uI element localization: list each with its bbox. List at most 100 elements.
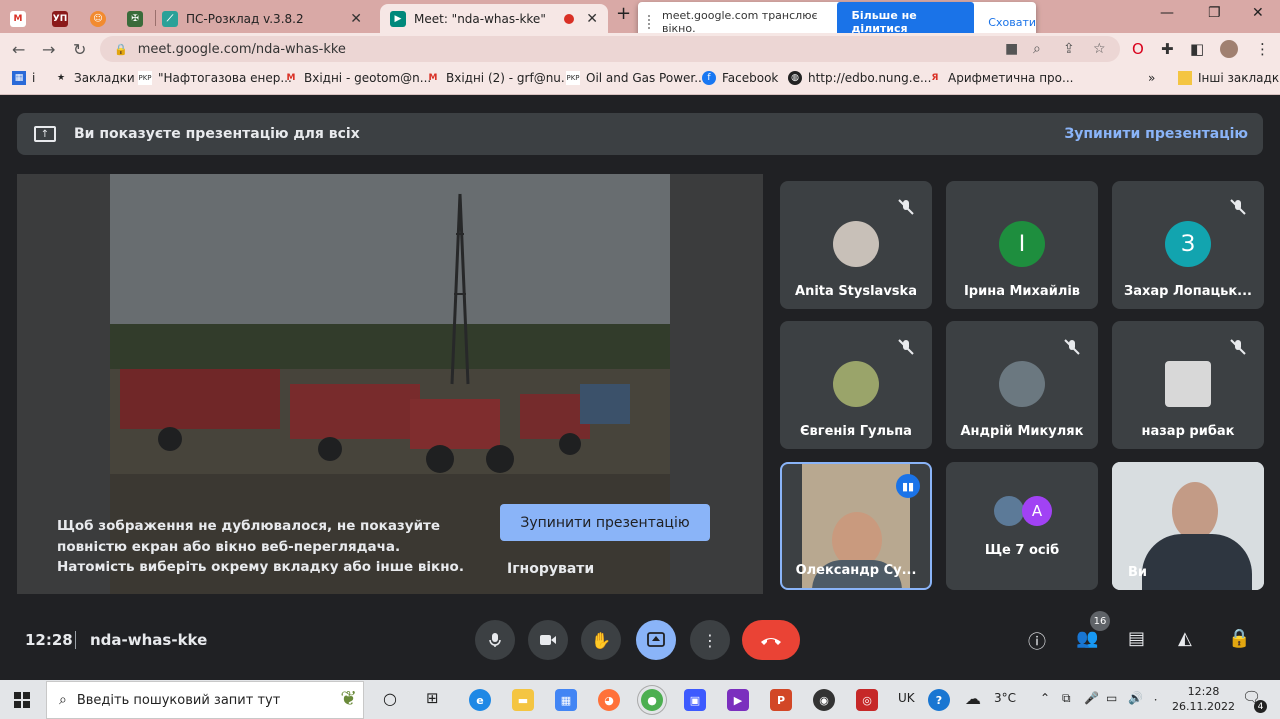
url-text[interactable]: meet.google.com/nda-whas-kke xyxy=(138,42,346,57)
participant-tile[interactable]: І Ірина Михайлів xyxy=(946,181,1098,309)
tab-orange[interactable]: ☺ xyxy=(90,4,120,33)
task-view-icon[interactable]: ○ xyxy=(383,689,397,708)
widgets-icon[interactable]: ⊞ xyxy=(426,689,439,707)
visual-studio-icon[interactable]: ▶ xyxy=(727,689,749,711)
recorder-icon[interactable]: ◎ xyxy=(856,689,878,711)
participant-tile[interactable]: Anita Styslavska xyxy=(780,181,932,309)
presenting-banner: ↑ Ви показуєте презентацію для всіх Зупи… xyxy=(17,113,1263,155)
reload-icon[interactable]: ↻ xyxy=(73,40,86,59)
minimize-icon[interactable]: — xyxy=(1160,5,1174,21)
bookmark-naftogaz[interactable]: PKP "Нафтогазова енер... xyxy=(138,71,292,85)
bookmarks-overflow-icon[interactable]: » xyxy=(1148,71,1155,85)
address-bar[interactable]: 🔒 meet.google.com/nda-whas-kke ■ ⌕ ⇪ ☆ xyxy=(100,36,1120,62)
people-icon[interactable]: 👥 xyxy=(1076,628,1098,649)
obs-icon[interactable]: ◉ xyxy=(813,689,835,711)
participant-tile[interactable]: ▮▮ Олександр Су... xyxy=(780,462,932,590)
chrome-icon[interactable]: ● xyxy=(641,689,663,711)
profile-avatar[interactable] xyxy=(1220,40,1238,58)
weather-icon[interactable]: ☁ xyxy=(965,689,981,708)
hide-popup-button[interactable]: Сховати xyxy=(988,16,1036,29)
crest-icon: ✠ xyxy=(127,10,143,27)
usb-icon[interactable]: ⧉ xyxy=(1062,691,1071,706)
ignore-button[interactable]: Ігнорувати xyxy=(507,561,594,577)
participant-tile[interactable]: назар рибак xyxy=(1112,321,1264,449)
bookmark-grf[interactable]: M Вхідні (2) - grf@nu... xyxy=(426,71,573,85)
firefox-icon[interactable]: ◕ xyxy=(598,689,620,711)
file-explorer-icon[interactable]: ▬ xyxy=(512,689,534,711)
more-participants-tile[interactable]: A Ще 7 осіб xyxy=(946,462,1098,590)
activities-icon[interactable]: ◭ xyxy=(1178,628,1192,649)
leave-call-button[interactable] xyxy=(742,620,800,660)
chat-icon[interactable]: ▤ xyxy=(1128,628,1145,649)
bookmark-label: Арифметична про... xyxy=(948,71,1074,85)
taskbar-clock[interactable]: 12:28 26.11.2022 xyxy=(1172,684,1235,714)
menu-icon[interactable]: ⋮ xyxy=(1255,40,1270,58)
bookmark-apps[interactable]: ▦ і xyxy=(12,71,35,85)
tab-label: Meet: "nda-whas-kke" xyxy=(414,11,546,26)
notification-count: 4 xyxy=(1254,700,1267,713)
participant-tile[interactable]: Євгенія Гульпа xyxy=(780,321,932,449)
bookmark-star-icon[interactable]: ☆ xyxy=(1093,41,1106,57)
help-icon[interactable]: ? xyxy=(928,689,950,711)
new-tab-icon[interactable]: + xyxy=(616,3,631,24)
save-icon[interactable]: ▣ xyxy=(684,689,706,711)
more-options-button[interactable]: ⋮ xyxy=(690,620,730,660)
tab-gmail[interactable]: M xyxy=(10,4,40,33)
other-bookmarks[interactable]: Інші закладки xyxy=(1178,71,1280,85)
side-panel-icon[interactable]: ◧ xyxy=(1190,40,1204,58)
powerpoint-icon[interactable]: P xyxy=(770,689,792,711)
back-icon[interactable]: ← xyxy=(12,40,25,59)
tab-schedule[interactable]: ⟋ ПС-Розклад v.3.8.2 ✕ xyxy=(162,4,372,33)
weather-temp[interactable]: 3°C xyxy=(994,691,1016,705)
camera-icon[interactable]: ■ xyxy=(1005,41,1018,57)
participant-tile[interactable]: З Захар Лопацьк... xyxy=(1112,181,1264,309)
opera-icon[interactable]: O xyxy=(1132,40,1144,58)
tab-up[interactable]: УП xyxy=(52,4,82,33)
volume-icon[interactable]: 🔊 xyxy=(1128,691,1143,705)
hang-up-icon xyxy=(761,638,781,645)
info-icon[interactable]: ⓘ xyxy=(1028,628,1046,654)
store-icon[interactable]: ▦ xyxy=(555,689,577,711)
raise-hand-button[interactable]: ✋ xyxy=(581,620,621,660)
bookmark-label: "Нафтогазова енер... xyxy=(158,71,292,85)
self-view-tile[interactable]: Ви xyxy=(1112,462,1264,590)
bookmark-label: Вхідні (2) - grf@nu... xyxy=(446,71,573,85)
edge-icon[interactable]: e xyxy=(469,689,491,711)
bookmark-geotom[interactable]: M Вхідні - geotom@n... xyxy=(284,71,432,85)
stop-presenting-button[interactable]: Зупинити презентацію xyxy=(500,504,710,541)
avatar xyxy=(1165,361,1211,407)
windows-start-icon[interactable] xyxy=(14,692,30,708)
extensions-icon[interactable]: ✚ xyxy=(1161,40,1174,58)
chevron-up-icon[interactable]: ⌃ xyxy=(1040,691,1050,705)
forward-icon[interactable]: → xyxy=(42,40,55,59)
lock-icon[interactable]: 🔒 xyxy=(114,43,128,56)
host-controls-icon[interactable]: 🔒 xyxy=(1228,628,1250,649)
tab-crest[interactable]: ✠ xyxy=(127,4,157,33)
locale-icon[interactable]: ㆍ xyxy=(1150,691,1161,708)
bookmark-zakladky[interactable]: ★ Закладки xyxy=(54,71,135,85)
network-icon[interactable]: ▭ xyxy=(1106,691,1117,705)
banner-stop-button[interactable]: Зупинити презентацію xyxy=(1064,126,1248,142)
bookmark-oilgas[interactable]: PKP Oil and Gas Power... xyxy=(566,71,706,85)
bookmark-facebook[interactable]: f Facebook xyxy=(702,71,778,85)
tab-meet[interactable]: ▶ Meet: "nda-whas-kke" ✕ xyxy=(380,4,608,33)
zoom-icon[interactable]: ⌕ xyxy=(1033,41,1041,57)
restore-icon[interactable]: ❐ xyxy=(1208,5,1221,21)
bookmark-edbo[interactable]: ◍ http://edbo.nung.e... xyxy=(788,71,931,85)
close-icon[interactable]: ✕ xyxy=(586,11,598,27)
bookmark-label: Oil and Gas Power... xyxy=(586,71,706,85)
share-icon[interactable]: ⇪ xyxy=(1063,41,1075,57)
presentation-view: Щоб зображення не дублювалося, не показу… xyxy=(17,174,763,594)
camera-button[interactable] xyxy=(528,620,568,660)
microphone-button[interactable] xyxy=(475,620,515,660)
window-close-icon[interactable]: ✕ xyxy=(1252,5,1264,21)
facebook-icon: f xyxy=(702,71,716,85)
bookmark-arith[interactable]: Я Арифметична про... xyxy=(928,71,1074,85)
tray-mic-icon[interactable]: 🎤 xyxy=(1084,691,1099,705)
taskbar-search[interactable]: ⌕ Введіть пошуковий запит тут ❦ xyxy=(46,681,364,719)
present-now-button[interactable] xyxy=(636,620,676,660)
participant-tile[interactable]: Андрій Микуляк xyxy=(946,321,1098,449)
drag-handle-icon[interactable] xyxy=(648,15,650,29)
language-indicator[interactable]: UK xyxy=(898,691,915,705)
close-icon[interactable]: ✕ xyxy=(350,11,362,27)
